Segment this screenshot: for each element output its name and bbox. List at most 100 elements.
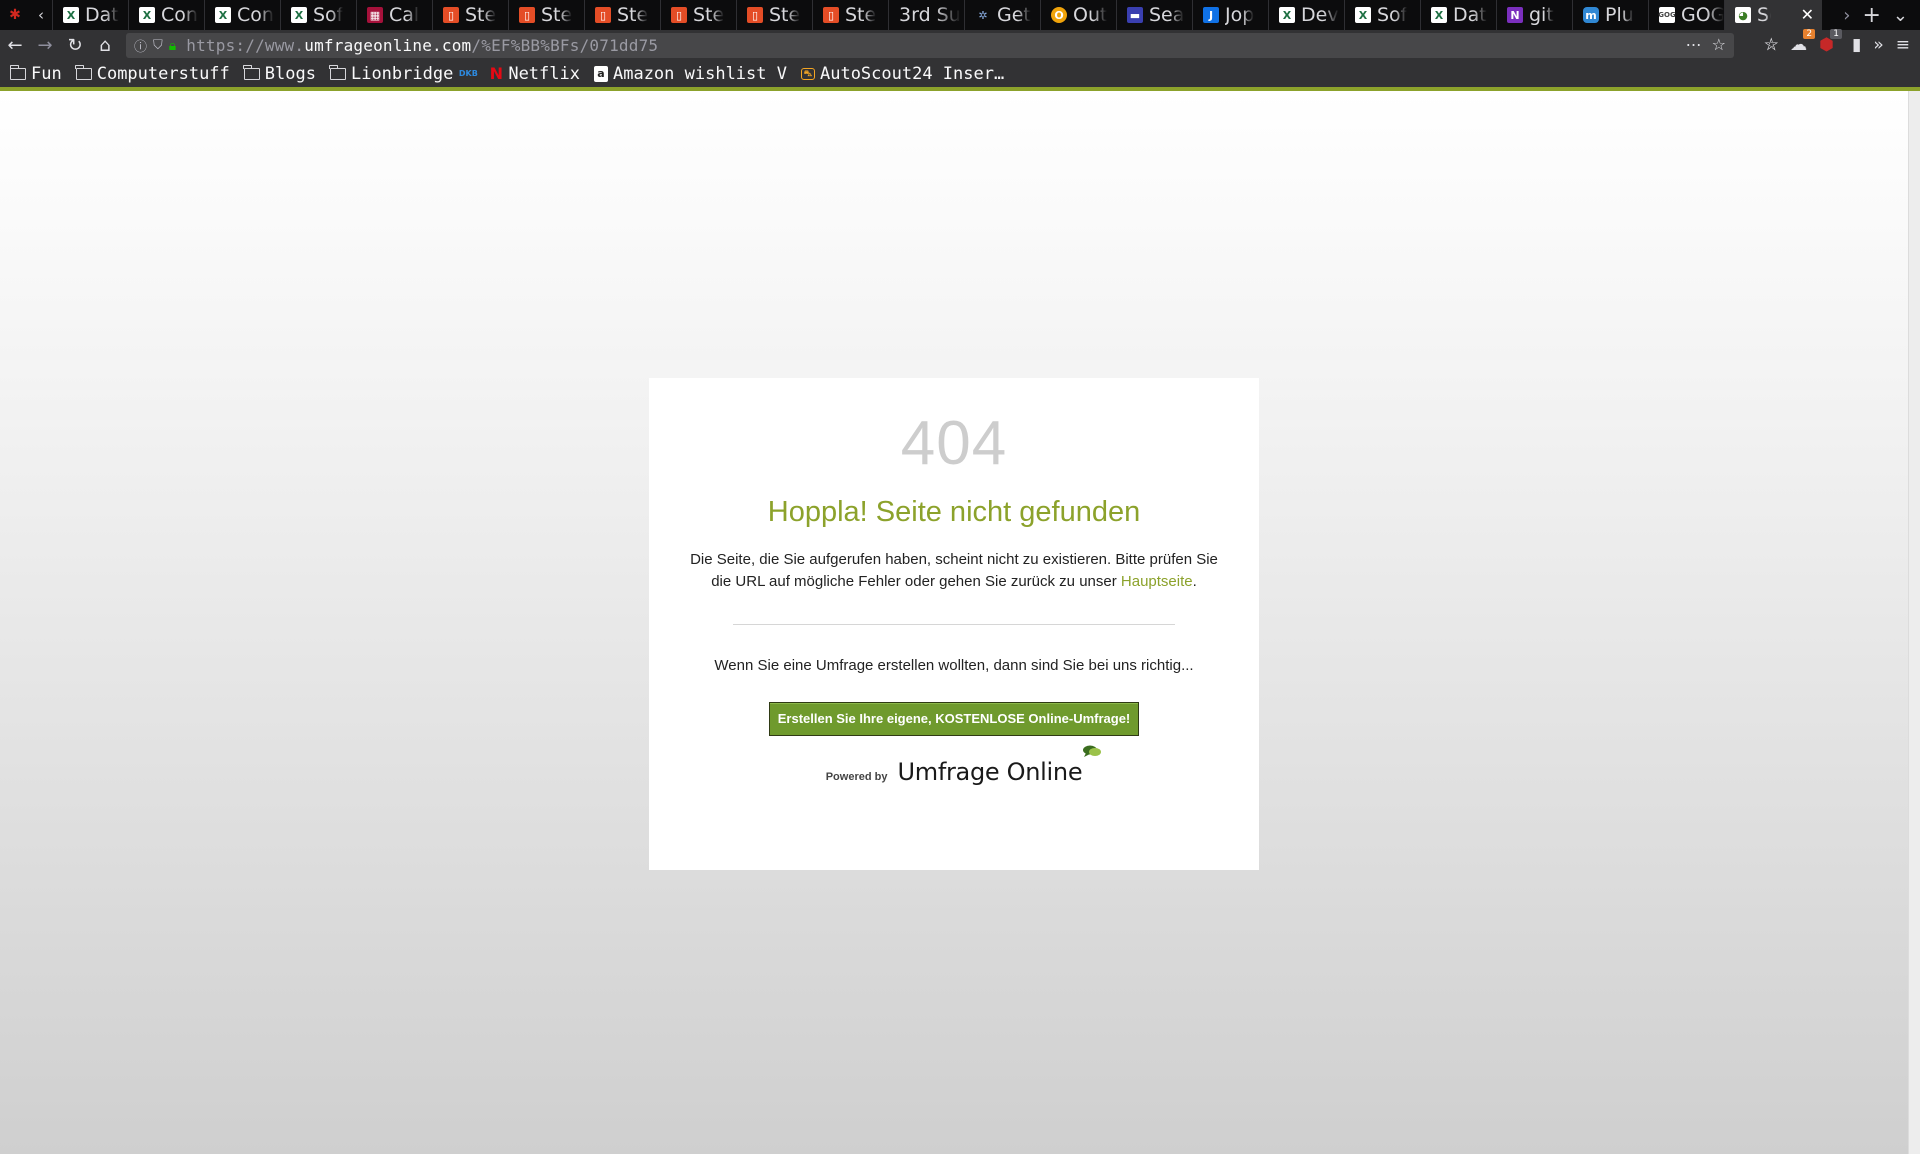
bookmark-label: Computerstuff (96, 63, 230, 84)
tab-20[interactable]: m Plu (1572, 0, 1648, 30)
tab-label: Ste (617, 4, 649, 26)
tab-label: Sc (1757, 4, 1771, 26)
create-survey-button[interactable]: Erstellen Sie Ihre eigene, KOSTENLOSE On… (769, 702, 1139, 736)
bookmark-item-5[interactable]: N Netflix (489, 64, 580, 84)
bookmark-label: Amazon wishlist V (612, 63, 787, 84)
reader-icon[interactable]: ▮ (1852, 35, 1861, 55)
bookmark-item-0[interactable]: Fun (9, 64, 62, 84)
tab-label: Dat (85, 4, 119, 26)
url-bar-actions: ⋯ ☆ (1686, 35, 1726, 54)
lock-icon[interactable]: 🔒︎ (169, 38, 176, 54)
tab-4[interactable]: ▦ Cal (356, 0, 432, 30)
tab-3[interactable]: X Sof (280, 0, 356, 30)
tab-14[interactable]: ▬ Sea (1116, 0, 1192, 30)
reload-button[interactable]: ↻ (60, 30, 90, 60)
tab-2[interactable]: X Con (204, 0, 280, 30)
home-button[interactable]: ⌂ (90, 30, 120, 60)
tab-5[interactable]: ▯ Ste (432, 0, 508, 30)
tab-list: X Dat X Con X Con X Sof ▦ Cal ▯ Ste ▯ Ste ▯ Ste ▯ Ste ▯ Ste… (52, 0, 1822, 30)
firefox-menu-icon[interactable]: ✱ (0, 0, 30, 30)
tab-0[interactable]: X Dat (52, 0, 128, 30)
gog-icon: GOG (1658, 7, 1676, 23)
tab-label: Jop (1225, 4, 1255, 26)
tab-scroll-right-icon[interactable]: › (1843, 5, 1850, 26)
tracking-shield-icon[interactable]: ⛉ (153, 38, 163, 53)
overflow-chevron-icon[interactable]: » (1873, 35, 1883, 55)
bookmarks-toolbar: Fun Computerstuff Blogs Lionbridge DKB N Netfl… (0, 60, 1920, 87)
out-icon: O (1051, 7, 1067, 23)
tab-19[interactable]: Ngit (1496, 0, 1572, 30)
tab-label: Dev (1301, 4, 1339, 26)
bookmark-star-icon[interactable]: ☆ (1712, 35, 1726, 54)
tab-7[interactable]: ▯ Ste (584, 0, 660, 30)
x-icon: X (1355, 7, 1371, 23)
new-tab-icon[interactable]: + (1862, 3, 1880, 28)
n-icon: N (1507, 7, 1523, 23)
tab-8[interactable]: ▯ Ste (660, 0, 736, 30)
doc-icon: ▯ (443, 7, 459, 23)
bookmark-item-1[interactable]: Computerstuff (75, 63, 230, 84)
bookmark-item-6[interactable]: a Amazon wishlist V (593, 63, 787, 84)
cal-icon: ▦ (367, 7, 383, 23)
x-icon: X (291, 7, 307, 23)
home-page-link[interactable]: Hauptseite (1121, 573, 1193, 590)
page-scrollbar[interactable] (1908, 91, 1920, 1154)
hamburger-menu-icon[interactable]: ≡ (1896, 35, 1910, 55)
tab-17[interactable]: X Sof (1344, 0, 1420, 30)
bookmark-item-7[interactable]: ⛍ AutoScout24 Inser… (800, 64, 1004, 84)
bookmark-item-3[interactable]: Lionbridge (329, 63, 454, 84)
tab-13[interactable]: O Out (1040, 0, 1116, 30)
url-prefix: https://www. (186, 36, 305, 55)
bookmark-item-4[interactable]: DKB (459, 66, 478, 82)
cta-text: Wenn Sie eine Umfrage erstellen wollten,… (714, 657, 1194, 674)
url-path: /%EF%BB%BFs/071dd75 (471, 36, 659, 55)
tab-label: Ste (845, 4, 877, 26)
umfrage-online-logo[interactable]: Umfrage Online (897, 745, 1102, 786)
folder-icon (243, 64, 260, 80)
tab-label: Ste (541, 4, 573, 26)
tab-15[interactable]: J Jop (1192, 0, 1268, 30)
error-code: 404 (900, 409, 1008, 478)
error-title: Hoppla! Seite nicht gefunden (767, 496, 1141, 528)
tab-16[interactable]: X Dev (1268, 0, 1344, 30)
url-text[interactable]: https://www.umfrageonline.com/%EF%BB%BFs… (186, 36, 658, 55)
library-icon[interactable]: ⛦ (1765, 35, 1779, 55)
tab-22[interactable]: ◕ Sc ✕ (1724, 0, 1822, 30)
forward-button[interactable]: → (30, 30, 60, 60)
tab-11[interactable]: 3rd Su (888, 0, 964, 30)
tab-list-chevron-icon[interactable]: ⌄ (1893, 5, 1908, 26)
sync-badge: 2 (1803, 29, 1816, 39)
x-icon: X (139, 7, 155, 23)
tab-18[interactable]: X Dat (1420, 0, 1496, 30)
sync-extension-icon[interactable]: ☁ 2 (1790, 29, 1816, 55)
tab-1[interactable]: X Con (128, 0, 204, 30)
ublock-icon[interactable]: ⬢ 1 (1819, 29, 1842, 55)
sea-icon: ▬ (1127, 7, 1143, 23)
tab-21[interactable]: GOG GOG (1648, 0, 1724, 30)
x-icon: X (1279, 7, 1295, 23)
bookmark-item-2[interactable]: Blogs (243, 64, 316, 84)
tab-12[interactable]: ✲ Get (964, 0, 1040, 30)
url-bar[interactable]: ⓘ ⛉ 🔒︎ https://www.umfrageonline.com/%EF… (126, 33, 1734, 58)
info-icon[interactable]: ⓘ (134, 36, 147, 55)
back-button[interactable]: ← (0, 30, 30, 60)
folder-icon (9, 64, 26, 80)
page-actions-icon[interactable]: ⋯ (1686, 35, 1702, 54)
folder-icon (329, 64, 346, 80)
tab-10[interactable]: ▯ Ste (812, 0, 888, 30)
netflix-icon: N (489, 64, 504, 83)
tab-scroll-left-icon[interactable]: ‹ (30, 0, 52, 30)
doc-icon: ▯ (519, 7, 535, 23)
tab-9[interactable]: ▯ Ste (736, 0, 812, 30)
get-icon: ✲ (978, 8, 988, 22)
error-message-end: . (1192, 573, 1197, 590)
tab-label: Out (1073, 4, 1108, 26)
tab-label: Plu (1605, 4, 1634, 26)
tab-6[interactable]: ▯ Ste (508, 0, 584, 30)
error-card: 404 Hoppla! Seite nicht gefunden Die Sei… (649, 378, 1259, 870)
j-icon: J (1203, 7, 1219, 23)
tab-close-icon[interactable]: ✕ (1801, 5, 1814, 24)
amazon-icon: a (593, 65, 608, 82)
bookmark-label: Lionbridge (350, 63, 454, 84)
tab-label: Con (161, 4, 198, 26)
